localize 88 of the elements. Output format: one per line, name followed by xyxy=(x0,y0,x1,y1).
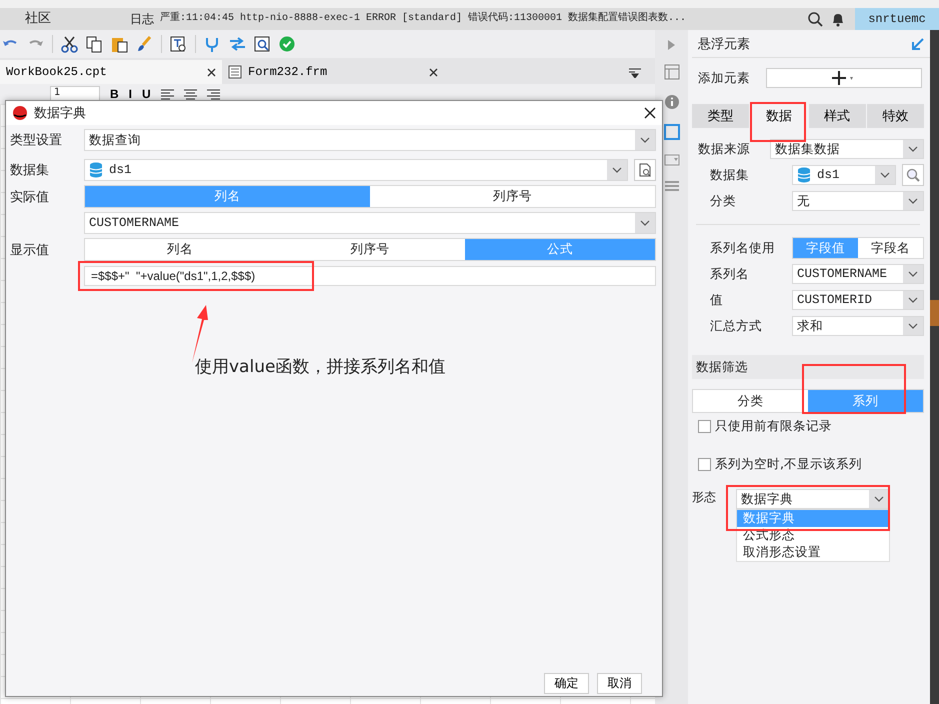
field-label: 类型设置 xyxy=(10,132,63,149)
file-tab[interactable]: WorkBook25.cpt xyxy=(0,60,222,84)
section-header: 数据筛选 xyxy=(692,355,924,379)
field-label: 汇总方式 xyxy=(709,318,763,334)
checkbox[interactable] xyxy=(698,458,711,470)
frame-icon[interactable] xyxy=(664,124,680,140)
text-preview-icon[interactable] xyxy=(170,36,187,52)
align-center-icon[interactable] xyxy=(184,88,197,100)
checkbox-label: 系列为空时,不显示该系列 xyxy=(715,456,862,472)
field-label: 系列名使用 xyxy=(709,240,776,256)
chart-search-icon[interactable] xyxy=(254,36,271,52)
chevron-down-icon xyxy=(612,167,622,173)
panel-tab[interactable]: 特效 xyxy=(866,104,924,128)
form-file-icon xyxy=(228,65,242,79)
check-circle-icon[interactable] xyxy=(279,36,296,52)
plus-icon xyxy=(832,71,856,85)
text-style-button[interactable]: U xyxy=(142,87,151,101)
scissors-icon[interactable] xyxy=(61,36,78,52)
align-right-icon[interactable] xyxy=(206,88,220,100)
brush-icon[interactable] xyxy=(136,36,153,52)
text-style-button[interactable]: B xyxy=(110,87,119,101)
dropdown[interactable]: 数据查询 xyxy=(84,129,656,151)
clipboard-icon[interactable] xyxy=(111,36,128,52)
chevron-down-icon xyxy=(908,297,918,303)
info-icon[interactable] xyxy=(664,94,680,110)
dropdown[interactable]: ds1 xyxy=(792,165,896,185)
arrow-down-left-icon[interactable] xyxy=(912,38,924,50)
chevron-down-icon xyxy=(908,146,918,152)
dialog-button[interactable]: 取消 xyxy=(597,673,642,694)
search-icon[interactable] xyxy=(808,12,823,26)
copy-icon[interactable] xyxy=(86,36,103,52)
dropdown[interactable]: CUSTOMERNAME xyxy=(84,212,656,234)
close-icon[interactable] xyxy=(207,68,216,76)
panel-tab[interactable]: 类型 xyxy=(692,104,750,128)
dropdown[interactable]: 求和 xyxy=(792,316,924,336)
field-label: 显示值 xyxy=(10,242,50,258)
formula-field[interactable]: =$$$+" "+value("ds1",1,2,$$$) xyxy=(84,266,656,286)
field-label: 值 xyxy=(709,292,724,308)
dropdown[interactable]: 无 xyxy=(792,191,924,211)
field-label: 实际值 xyxy=(10,188,50,206)
chevron-down-icon xyxy=(640,220,650,226)
tab-list-icon[interactable] xyxy=(629,68,641,78)
text-style-button[interactable]: I xyxy=(128,87,132,101)
field-label: 数据集 xyxy=(10,162,50,179)
lines-icon[interactable] xyxy=(664,180,680,192)
swap-arrows-icon[interactable] xyxy=(229,36,246,52)
field-label: 数据来源 xyxy=(698,140,751,158)
dropdown-widget-icon[interactable] xyxy=(664,154,680,166)
document-search-icon xyxy=(638,163,652,177)
chevron-down-icon xyxy=(908,323,918,329)
panel-title: 悬浮元素 xyxy=(698,36,750,52)
scroll-marker xyxy=(930,300,939,326)
search-button[interactable] xyxy=(902,164,924,186)
dropdown[interactable]: 数据字典 xyxy=(736,489,890,509)
bell-icon[interactable] xyxy=(831,12,845,26)
dropdown[interactable]: CUSTOMERNAME xyxy=(792,264,924,284)
chevron-down-icon xyxy=(874,496,884,502)
field-label: 系列名 xyxy=(709,266,750,282)
chevron-down-icon xyxy=(880,172,890,178)
log-label[interactable]: 日志 xyxy=(130,8,154,30)
field-label: 数据集 xyxy=(709,166,750,184)
add-element-label: 添加元素 xyxy=(698,70,750,86)
panel-tab[interactable]: 样式 xyxy=(808,104,866,128)
annotation-text: 使用value函数，拼接系列名和值 xyxy=(195,356,446,378)
log-message: 严重:11:04:45 http-nio-8888-exec-1 ERROR [standard] 错误代码:11300001 数据集配置错误图表数... xyxy=(160,10,686,26)
align-left-icon[interactable] xyxy=(160,88,174,100)
database-icon xyxy=(89,162,103,178)
field-label: 形态 xyxy=(692,489,716,506)
table-icon[interactable] xyxy=(664,64,680,80)
preview-button[interactable] xyxy=(634,159,656,181)
field-label: 分类 xyxy=(709,192,737,210)
chevron-down-icon xyxy=(908,198,918,204)
dialog-title: 数据字典 xyxy=(34,105,87,122)
checkbox[interactable] xyxy=(698,420,711,432)
database-icon xyxy=(797,167,811,183)
plug-icon[interactable] xyxy=(204,36,221,52)
dropdown[interactable]: CUSTOMERID xyxy=(792,290,924,310)
dropdown[interactable]: 数据集数据 xyxy=(770,139,924,159)
close-icon[interactable] xyxy=(644,107,656,119)
dialog-button[interactable]: 确定 xyxy=(544,673,589,694)
close-icon[interactable] xyxy=(429,68,438,76)
checkbox-label: 只使用前有限条记录 xyxy=(715,418,832,434)
chevron-down-icon xyxy=(908,271,918,277)
chevron-down-icon xyxy=(640,137,650,143)
community-link[interactable]: 社区 xyxy=(0,8,70,30)
dropdown[interactable]: ds1 xyxy=(84,159,628,181)
search-icon xyxy=(906,168,920,182)
user-button[interactable]: snrtuemc xyxy=(855,8,939,30)
